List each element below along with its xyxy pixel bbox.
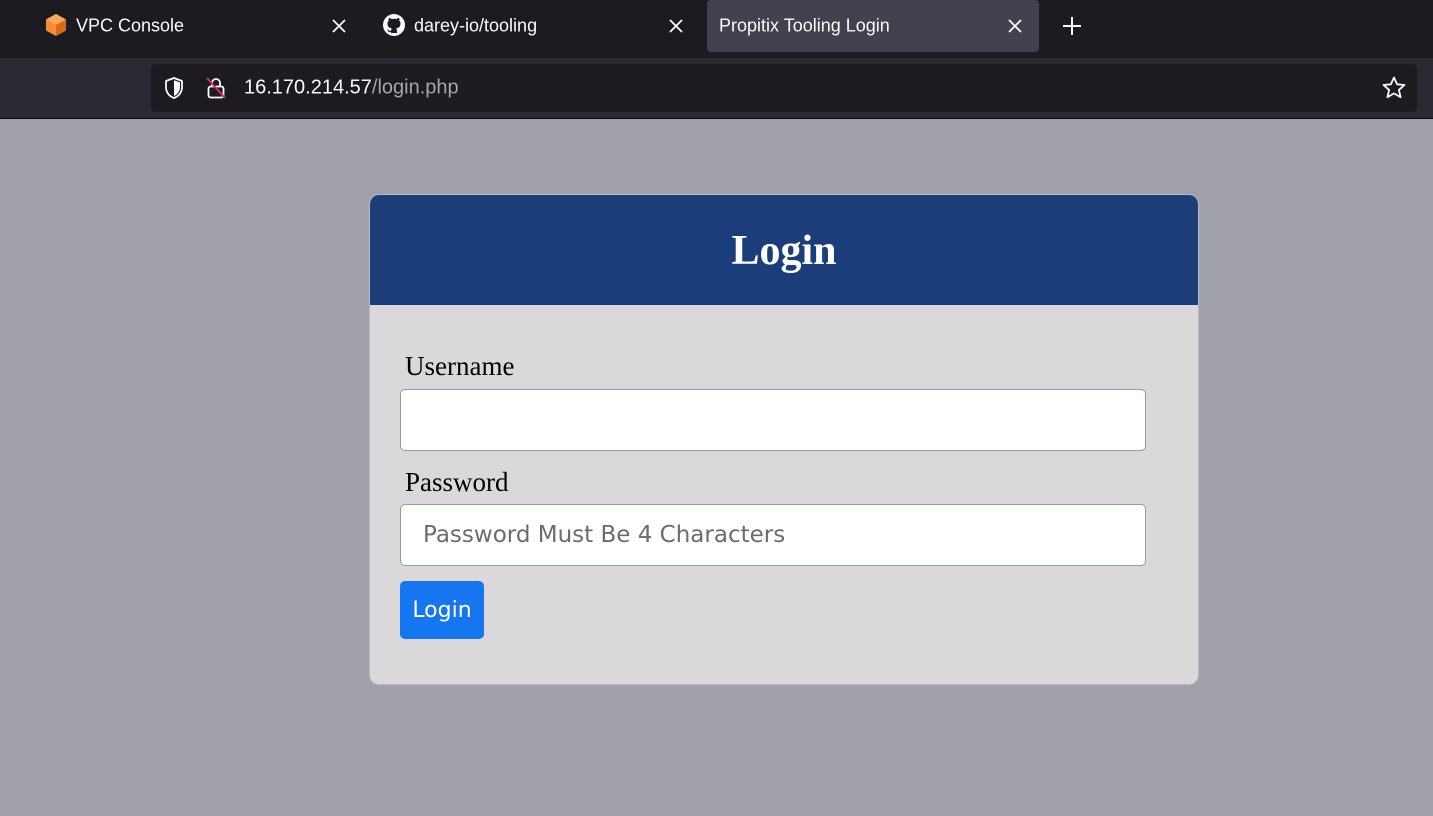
url-text[interactable]: 16.170.214.57/login.php	[244, 77, 459, 100]
url-path: /login.php	[371, 76, 459, 99]
navigation-bar: 16.170.214.57/login.php	[0, 58, 1433, 119]
tab-vpc-console[interactable]: VPC Console	[0, 0, 360, 52]
tab-strip: VPC Console darey-io/tooling Propitix To…	[0, 0, 1433, 58]
address-bar[interactable]: 16.170.214.57/login.php	[151, 64, 1417, 112]
github-icon	[383, 14, 405, 36]
username-label: Username	[405, 351, 515, 381]
tracking-protection-shield-icon[interactable]	[162, 76, 186, 100]
login-card-header: Login	[370, 195, 1198, 305]
insecure-lock-icon[interactable]	[204, 76, 228, 100]
plus-icon	[1063, 17, 1081, 35]
tab-github-tooling[interactable]: darey-io/tooling	[366, 0, 696, 52]
login-title: Login	[731, 228, 837, 274]
close-tab-icon[interactable]	[329, 16, 349, 36]
aws-vpc-cube-icon	[46, 14, 66, 36]
url-host: 16.170.214.57	[244, 76, 372, 99]
bookmark-star-icon[interactable]	[1381, 75, 1407, 101]
login-card: Login Username Password Login	[369, 194, 1199, 685]
close-tab-icon[interactable]	[666, 16, 686, 36]
username-input[interactable]	[400, 389, 1146, 451]
new-tab-button[interactable]	[1058, 12, 1086, 40]
password-label: Password	[405, 467, 509, 497]
login-button[interactable]: Login	[400, 581, 484, 639]
tab-label: Propitix Tooling Login	[719, 15, 890, 36]
tab-propitix-login[interactable]: Propitix Tooling Login	[707, 0, 1039, 52]
tab-label: darey-io/tooling	[414, 15, 538, 36]
close-tab-icon[interactable]	[1005, 16, 1025, 36]
password-input[interactable]	[400, 504, 1146, 566]
tab-label: VPC Console	[76, 15, 185, 36]
